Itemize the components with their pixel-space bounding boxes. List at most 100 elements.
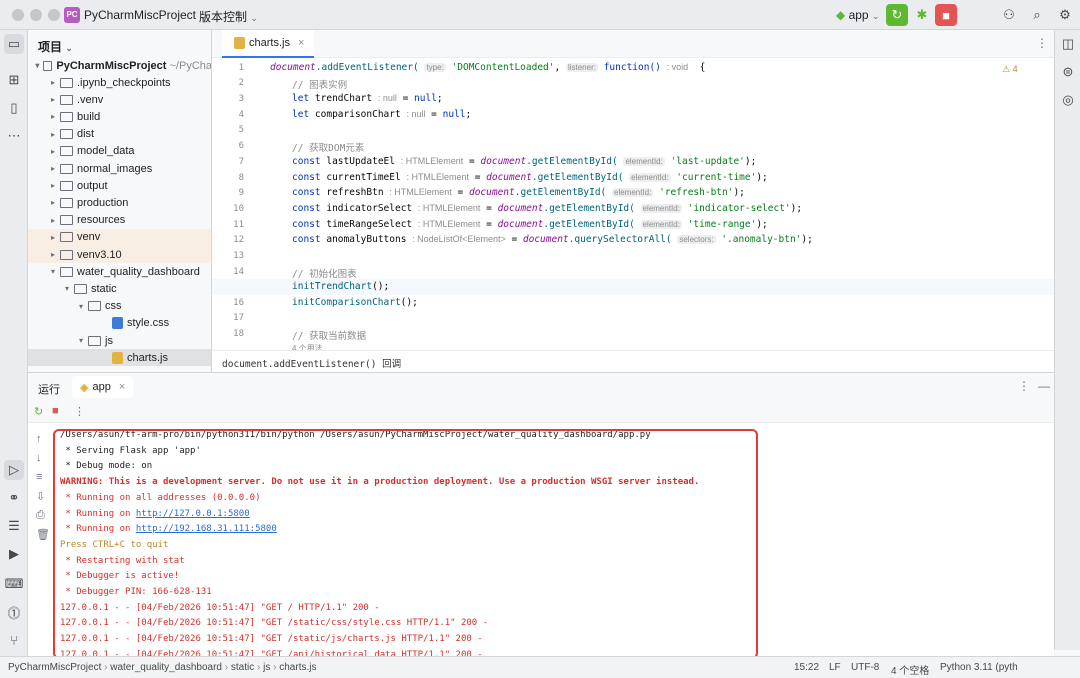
close-window-button[interactable]	[12, 9, 24, 21]
chevron-right-icon: ▸	[50, 78, 55, 87]
status-path[interactable]: PyCharmMiscProject › water_quality_dashb…	[8, 662, 316, 673]
line-number[interactable]: 5	[212, 125, 244, 135]
line-ending[interactable]: LF	[829, 662, 841, 673]
line-number[interactable]: 17	[212, 313, 244, 323]
minimize-panel-icon[interactable]: —	[1038, 379, 1050, 393]
rerun-icon[interactable]: ↻	[34, 405, 43, 418]
line-number[interactable]: 10	[212, 204, 244, 214]
notifications-icon[interactable]: ◫	[1058, 34, 1078, 54]
vcs-menu[interactable]: 版本控制 ⌄	[199, 8, 258, 25]
line-number[interactable]: 16	[212, 298, 244, 308]
chevron-down-icon: ▾	[50, 267, 55, 277]
editor-breadcrumb[interactable]: document.addEventListener() 回调	[212, 350, 1054, 372]
rerun-button[interactable]: ↻	[886, 4, 908, 26]
tree-item[interactable]: ▸ normal_images	[28, 160, 211, 177]
tree-item[interactable]: ▾ css	[28, 298, 211, 315]
line-number[interactable]: 1	[212, 63, 244, 73]
debug-button[interactable]: ✱	[911, 4, 933, 26]
problems-icon[interactable]: ⓵	[4, 602, 24, 622]
indent-setting[interactable]: 4 个空格	[891, 662, 929, 677]
param-hint: elementId:	[640, 204, 682, 213]
minimize-window-button[interactable]	[30, 9, 42, 21]
path-segment[interactable]: PyCharmMiscProject	[8, 662, 101, 673]
maximize-window-button[interactable]	[48, 9, 60, 21]
line-number[interactable]: 9	[212, 188, 244, 198]
vcs-label: 版本控制	[199, 10, 248, 24]
cursor-position[interactable]: 15:22	[794, 662, 819, 673]
tree-root[interactable]: ▾ PyCharmMiscProject ~/PyCha	[28, 57, 211, 74]
delete-icon[interactable]: 🗑	[36, 528, 50, 541]
tab-app[interactable]: ◆ app ×	[72, 376, 134, 398]
more-tabs-icon[interactable]: ⋮	[1036, 36, 1048, 50]
database-icon[interactable]: ⊜	[1058, 62, 1078, 82]
run-tool-icon[interactable]: ▷	[4, 460, 24, 480]
git-icon[interactable]: ⑂	[4, 630, 24, 650]
tree-item[interactable]: ▾ water_quality_dashboard	[28, 263, 211, 280]
line-number[interactable]: 3	[212, 94, 244, 104]
settings-gear-icon[interactable]: ⚙	[1054, 4, 1076, 26]
line-number[interactable]: 2	[212, 78, 244, 88]
scroll-down-icon[interactable]: ↓	[36, 452, 42, 464]
type-hint: : void	[666, 62, 689, 72]
tree-item[interactable]: ▸ .ipynb_checkpoints	[28, 74, 211, 91]
folder-icon	[60, 146, 73, 157]
more-icon[interactable]: ⋯	[4, 126, 24, 146]
path-segment[interactable]: water_quality_dashboard	[110, 662, 222, 673]
tree-item[interactable]: ▸ output	[28, 177, 211, 194]
run-config-selector[interactable]: ◆ app ⌄	[836, 8, 880, 22]
line-number[interactable]: 18	[212, 329, 244, 339]
tree-item[interactable]: ▸ venv3.10	[28, 246, 211, 263]
line-number[interactable]: 6	[212, 141, 244, 151]
add-user-icon[interactable]: ⚇	[998, 4, 1020, 26]
tree-item[interactable]: ▸ .venv	[28, 91, 211, 108]
soft-wrap-icon[interactable]: ≡	[36, 471, 42, 483]
more-options-icon[interactable]: ⋮	[1018, 379, 1030, 393]
tree-item[interactable]: ▸ venv	[28, 228, 211, 246]
line-number[interactable]: 14	[212, 267, 244, 277]
ai-assistant-icon[interactable]: ◎	[1058, 90, 1078, 110]
file-encoding[interactable]: UTF-8	[851, 662, 879, 673]
line-number[interactable]: 7	[212, 157, 244, 167]
bookmark-icon[interactable]: ▯	[4, 98, 24, 118]
line-number[interactable]: 13	[212, 251, 244, 261]
tab-charts-js[interactable]: charts.js ×	[222, 30, 315, 58]
tree-item[interactable]: style.css	[28, 315, 211, 332]
python-packages-icon[interactable]: ⚭	[4, 488, 24, 508]
close-tab-icon[interactable]: ×	[119, 381, 125, 393]
scroll-up-icon[interactable]: ↑	[36, 433, 42, 445]
search-icon[interactable]: ⌕	[1026, 4, 1048, 26]
line-number[interactable]: 4	[212, 110, 244, 120]
scroll-to-end-icon[interactable]: ⇩	[36, 490, 45, 503]
structure-icon[interactable]: ⊞	[4, 70, 24, 90]
project-folder-icon[interactable]: ▭	[4, 34, 24, 54]
path-segment[interactable]: static	[231, 662, 254, 673]
tree-item[interactable]: ▸ dist	[28, 126, 211, 143]
project-selector[interactable]: PyCharmMiscProject ⌄	[84, 8, 207, 22]
line-number[interactable]: 12	[212, 235, 244, 245]
tree-item[interactable]: ▾ static	[28, 280, 211, 297]
folder-icon	[60, 180, 73, 191]
tree-item[interactable]: ▸ model_data	[28, 143, 211, 160]
project-panel-title[interactable]: 项目 ⌄	[38, 38, 73, 55]
editor-area[interactable]: charts.js × ⋮ ⚠ 4 1234567891011121314151…	[212, 30, 1054, 372]
tree-item[interactable]: charts.js	[28, 349, 211, 367]
stop-icon[interactable]: ■	[52, 405, 59, 417]
more-icon[interactable]: ⋮	[74, 405, 85, 418]
python-icon: ◆	[80, 381, 89, 394]
path-segment[interactable]: charts.js	[279, 662, 316, 673]
tree-item[interactable]: ▾ js	[28, 332, 211, 349]
services-icon[interactable]: ▶	[4, 544, 24, 564]
code-token: 'indicator-select'	[687, 203, 791, 214]
line-number[interactable]: 11	[212, 220, 244, 230]
tree-item[interactable]: ▸ resources	[28, 212, 211, 229]
python-interpreter[interactable]: Python 3.11 (pyth	[940, 662, 1018, 673]
line-number[interactable]: 8	[212, 173, 244, 183]
stop-button[interactable]: ■	[935, 4, 957, 26]
terminal-icon[interactable]: ⌨	[4, 574, 24, 594]
print-icon[interactable]: ⎙	[36, 509, 45, 522]
layers-icon[interactable]: ☰	[4, 516, 24, 536]
tree-item[interactable]: ▸ production	[28, 194, 211, 211]
tree-item[interactable]: ▸ build	[28, 108, 211, 125]
close-tab-icon[interactable]: ×	[298, 37, 304, 49]
warning-indicator[interactable]: ⚠ 4	[1002, 64, 1018, 75]
